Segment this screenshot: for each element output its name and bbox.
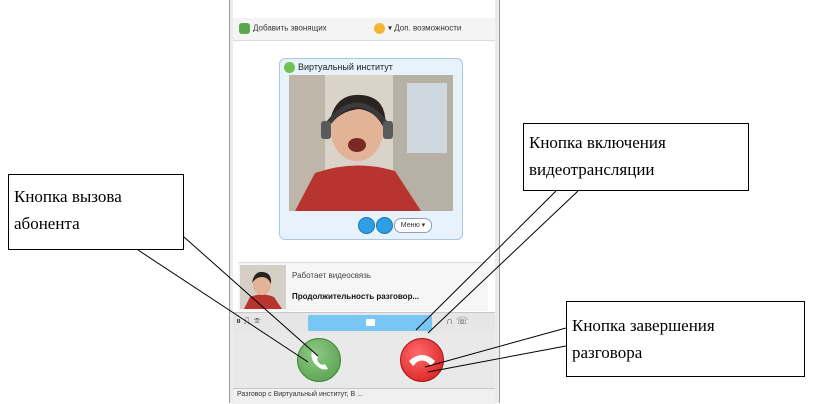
callout-call-line1: Кнопка вызова	[14, 187, 122, 206]
end-callout-line-2	[427, 345, 567, 373]
callout-video-button: Кнопка включения видеотрансляции	[523, 123, 749, 191]
call-callout-line-2	[183, 236, 319, 357]
video-callout-line-1	[415, 190, 557, 331]
callout-end-line2: разговора	[572, 343, 643, 362]
callout-video-line1: Кнопка включения	[529, 133, 666, 152]
video-callout-line-2	[427, 190, 579, 334]
end-callout-line-1	[424, 327, 567, 368]
callout-call-line2: абонента	[14, 214, 80, 233]
call-callout-line-1	[137, 249, 309, 363]
callout-call-button: Кнопка вызова абонента	[8, 174, 184, 250]
callout-end-line1: Кнопка завершения	[572, 316, 715, 335]
callout-video-line2: видеотрансляции	[529, 160, 655, 179]
callout-end-button: Кнопка завершения разговора	[566, 301, 805, 377]
